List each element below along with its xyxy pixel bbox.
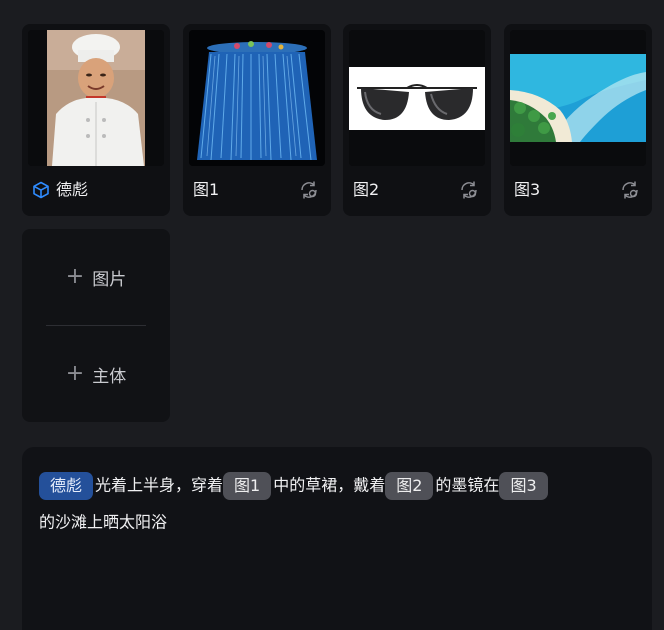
plus-icon: +: [65, 361, 85, 386]
beach-thumbnail: [510, 30, 646, 166]
prompt-segment: 的沙滩上晒太阳浴: [39, 512, 168, 531]
plus-icon: +: [65, 264, 85, 289]
prompt-image-tag-2[interactable]: 图2: [385, 471, 434, 500]
reference-editor: 德彪 图1 图2 图3 + 图片 + 主体 德彪 光着上半身，穿着 图1 中的草…: [0, 0, 664, 630]
add-image-label: 图片: [92, 269, 127, 290]
prompt-editor[interactable]: 德彪 光着上半身，穿着 图1 中的草裙，戴着 图2 的墨镜在 图3 的沙滩上晒太阳浴: [22, 447, 652, 630]
image-card-2[interactable]: 图2: [343, 24, 491, 216]
image-card-3-label: 图3: [514, 180, 541, 199]
prompt-segment: 光着上半身，穿着: [95, 475, 224, 495]
prompt-subject-tag[interactable]: 德彪: [39, 471, 94, 500]
image-card-1-label: 图1: [193, 180, 220, 199]
image-card-2-label: 图2: [353, 180, 380, 199]
add-image-button[interactable]: + 图片: [22, 229, 170, 325]
swap-icon[interactable]: [458, 179, 480, 201]
image-card-1[interactable]: 图1: [183, 24, 331, 216]
sunglasses-thumbnail: [349, 30, 485, 166]
prompt-segment: 中的草裙，戴着: [273, 475, 386, 495]
subject-card-label: 德彪: [56, 180, 89, 199]
add-subject-label: 主体: [92, 366, 127, 387]
chef-portrait-thumbnail: [28, 30, 164, 166]
add-subject-button[interactable]: + 主体: [22, 326, 170, 422]
prompt-segment: 的墨镜在: [435, 475, 500, 495]
swap-icon[interactable]: [619, 179, 641, 201]
cube-icon: [33, 181, 49, 199]
prompt-image-tag-1[interactable]: 图1: [223, 471, 272, 500]
subject-card-debiao[interactable]: 德彪: [22, 24, 170, 216]
image-card-3[interactable]: 图3: [504, 24, 652, 216]
prompt-image-tag-3[interactable]: 图3: [499, 471, 548, 500]
prompt-text[interactable]: 德彪 光着上半身，穿着 图1 中的草裙，戴着 图2 的墨镜在 图3 的沙滩上晒太阳浴: [39, 467, 629, 540]
grass-skirt-thumbnail: [189, 30, 325, 166]
add-reference-panel: + 图片 + 主体: [22, 229, 170, 422]
swap-icon[interactable]: [298, 179, 320, 201]
